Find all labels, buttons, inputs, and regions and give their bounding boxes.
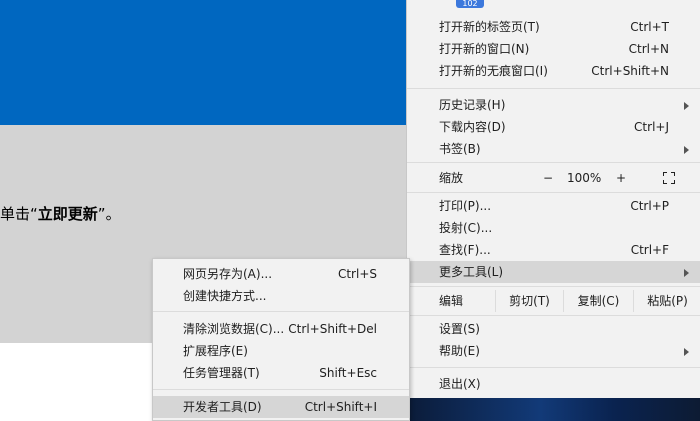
submenu-item-developer-tools[interactable]: 开发者工具(D) Ctrl+Shift+I [153, 396, 409, 418]
menu-item-downloads[interactable]: 下载内容(D) Ctrl+J [407, 116, 700, 138]
edit-row: 编辑 剪切(T) 复制(C) 粘贴(P) [407, 290, 700, 312]
menu-separator [407, 162, 700, 163]
menu-item-bookmarks[interactable]: 书签(B) [407, 138, 700, 160]
submenu-item-save-page-as[interactable]: 网页另存为(A)... Ctrl+S [153, 263, 409, 285]
submenu-separator [153, 311, 409, 312]
copy-button[interactable]: 复制(C) [563, 290, 633, 312]
zoom-label: 缩放 [439, 171, 464, 185]
submenu-separator [153, 389, 409, 390]
edit-label: 编辑 [439, 294, 464, 308]
menu-separator [407, 315, 700, 316]
browser-main-menu: 102 打开新的标签页(T) Ctrl+T 打开新的窗口(N) Ctrl+N 打… [406, 0, 700, 398]
menu-separator [407, 192, 700, 193]
zoom-in-button[interactable]: + [616, 167, 626, 189]
menu-item-new-window[interactable]: 打开新的窗口(N) Ctrl+N [407, 38, 700, 60]
submenu-item-extensions[interactable]: 扩展程序(E) [153, 340, 409, 362]
zoom-level: 100% [567, 171, 602, 185]
chevron-right-icon [684, 348, 689, 356]
more-tools-submenu: 网页另存为(A)... Ctrl+S 创建快捷方式... 清除浏览数据(C)..… [152, 258, 410, 421]
instruction-bold-text: 立即更新 [37, 205, 98, 223]
menu-item-history[interactable]: 历史记录(H) [407, 94, 700, 116]
menu-item-exit[interactable]: 退出(X) [407, 373, 700, 395]
menu-item-cast[interactable]: 投射(C)... [407, 217, 700, 239]
menu-item-more-tools[interactable]: 更多工具(L) [407, 261, 700, 283]
page-banner [0, 0, 406, 125]
zoom-row: 缩放 − 100% + [407, 167, 700, 189]
zoom-badge: 102 [456, 0, 484, 8]
menu-separator [407, 286, 700, 287]
submenu-item-clear-browsing-data[interactable]: 清除浏览数据(C)... Ctrl+Shift+Del [153, 318, 409, 340]
chevron-right-icon [684, 102, 689, 110]
menu-separator [407, 367, 700, 368]
menu-separator [407, 88, 700, 89]
submenu-item-create-shortcut[interactable]: 创建快捷方式... [153, 285, 409, 307]
chevron-right-icon [684, 146, 689, 154]
fullscreen-icon[interactable] [663, 172, 675, 184]
paste-button[interactable]: 粘贴(P) [633, 290, 700, 312]
desktop-background [410, 398, 700, 421]
menu-item-print[interactable]: 打印(P)... Ctrl+P [407, 195, 700, 217]
menu-item-help[interactable]: 帮助(E) [407, 340, 700, 362]
page-instruction-text: 单击“立即更新”。 [0, 205, 121, 223]
menu-item-new-tab[interactable]: 打开新的标签页(T) Ctrl+T [407, 16, 700, 38]
zoom-out-button[interactable]: − [543, 167, 553, 189]
menu-item-settings[interactable]: 设置(S) [407, 318, 700, 340]
submenu-item-task-manager[interactable]: 任务管理器(T) Shift+Esc [153, 362, 409, 384]
chevron-right-icon [684, 269, 689, 277]
menu-item-incognito-window[interactable]: 打开新的无痕窗口(I) Ctrl+Shift+N [407, 60, 700, 82]
menu-item-find[interactable]: 查找(F)... Ctrl+F [407, 239, 700, 261]
cut-button[interactable]: 剪切(T) [495, 290, 563, 312]
